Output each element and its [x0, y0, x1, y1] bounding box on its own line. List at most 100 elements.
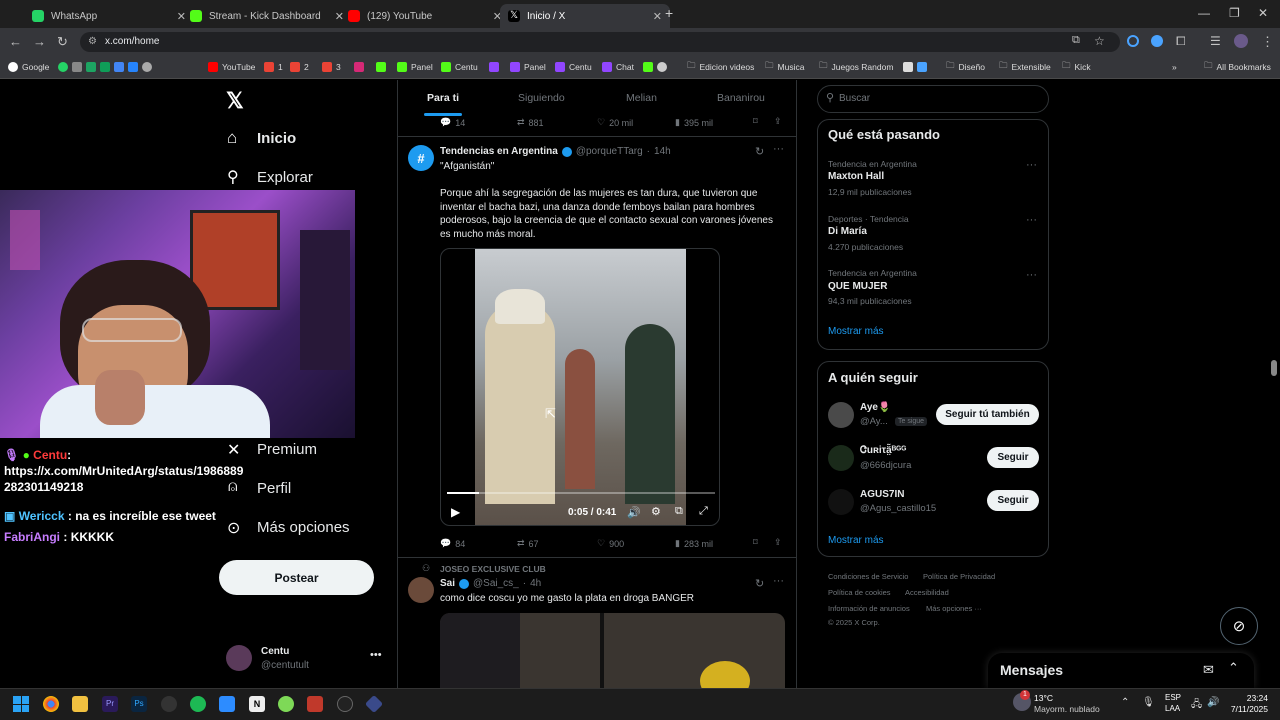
trend-title[interactable]: Di María: [828, 226, 867, 237]
expand-chevron-icon[interactable]: ⌃: [1228, 660, 1239, 676]
video-progress-track[interactable]: [447, 492, 715, 494]
tab-youtube[interactable]: (129) YouTube ✕: [340, 4, 510, 28]
bookmark-icon-pair-2[interactable]: [903, 60, 927, 74]
bookmark-kick[interactable]: [376, 60, 386, 74]
network-icon[interactable]: 🖧: [1191, 697, 1202, 714]
fullscreen-icon[interactable]: ⤢: [699, 505, 708, 518]
reading-list-icon[interactable]: ☰: [1210, 34, 1221, 48]
follow-name[interactable]: Ꮳuʀiτä̤̃ᴮᴳᴳ: [860, 445, 906, 456]
clock-date[interactable]: 7/11/2025: [1222, 704, 1268, 714]
account-menu-icon[interactable]: •••: [370, 649, 382, 661]
address-bar[interactable]: [80, 32, 1120, 52]
profile-avatar[interactable]: [1234, 34, 1248, 48]
tab-whatsapp[interactable]: WhatsApp ✕: [24, 4, 194, 28]
tab-bananirou[interactable]: Bananirou: [717, 92, 765, 104]
bookmark-folder-juegos[interactable]: 🗀 Juegos Random: [819, 60, 893, 74]
forward-icon[interactable]: →: [33, 34, 46, 49]
app-icon[interactable]: [337, 696, 353, 712]
weather-temp[interactable]: 13°C: [1034, 693, 1053, 703]
bookmark-icon[interactable]: ⌑: [753, 116, 758, 127]
bookmark-panel-2[interactable]: Panel: [510, 60, 546, 74]
bookmarks-overflow-icon[interactable]: »: [1172, 60, 1177, 74]
bookmark-gmail-3[interactable]: 3: [322, 60, 341, 74]
trend-more-icon[interactable]: ···: [1026, 269, 1037, 281]
site-info-icon[interactable]: ⚙: [88, 36, 97, 47]
tweet-context[interactable]: JOSEO EXCLUSIVE CLUB: [440, 564, 546, 574]
reply-action[interactable]: 💬 84: [440, 538, 465, 549]
bookmark-folder-extensible[interactable]: 🗀 Extensible: [999, 60, 1051, 74]
views-action[interactable]: ▮ 395 mil: [675, 117, 713, 128]
footer-link-more[interactable]: Más opciones ···: [926, 604, 982, 613]
trend-more-icon[interactable]: ···: [1026, 159, 1037, 171]
bookmark-youtube[interactable]: YouTube: [208, 60, 255, 74]
nav-more[interactable]: Más opciones: [257, 519, 350, 536]
x-logo-icon[interactable]: 𝕏: [226, 88, 244, 114]
bookmark-centu[interactable]: Centu: [441, 60, 478, 74]
tweet-more-icon[interactable]: ···: [773, 143, 784, 155]
close-tab-icon[interactable]: ✕: [653, 10, 662, 23]
follow-handle[interactable]: @Agus_castillo15: [860, 503, 936, 514]
footer-link-accessibility[interactable]: Accesibilidad: [905, 588, 949, 597]
bookmark-gmail-2[interactable]: 2: [290, 60, 309, 74]
clock-time[interactable]: 23:24: [1232, 693, 1268, 703]
language-code[interactable]: ESP: [1165, 693, 1181, 702]
follow-show-more[interactable]: Mostrar más: [828, 535, 884, 546]
footer-link-privacy[interactable]: Política de Privacidad: [923, 572, 995, 581]
footer-link-cookies[interactable]: Política de cookies: [828, 588, 891, 597]
tab-x-home[interactable]: 𝕏 Inicio / X ✕: [500, 4, 670, 28]
share-icon[interactable]: ⇪: [774, 537, 782, 548]
bookmark-icon[interactable]: ⌑: [753, 537, 758, 548]
repost-action[interactable]: ⇄ 67: [517, 538, 539, 549]
bookmark-icon-row[interactable]: [58, 60, 152, 74]
bookmark-google[interactable]: Google: [8, 60, 49, 74]
reload-icon[interactable]: ↻: [57, 34, 68, 50]
menu-kebab-icon[interactable]: ⋮: [1261, 34, 1274, 50]
bookmark-folder-kick[interactable]: 🗀 Kick: [1062, 60, 1091, 74]
trend-title[interactable]: Maxton Hall: [828, 171, 884, 182]
share-icon[interactable]: ⇪: [774, 116, 782, 127]
messages-title[interactable]: Mensajes: [1000, 662, 1063, 678]
premiere-icon[interactable]: Pr: [102, 696, 118, 712]
search-placeholder[interactable]: Buscar: [839, 93, 870, 104]
bookmark-instagram[interactable]: [354, 60, 364, 74]
nav-premium[interactable]: Premium: [257, 441, 317, 458]
follow-button[interactable]: Seguir: [987, 447, 1039, 468]
bookmark-gmail-1[interactable]: 1: [264, 60, 283, 74]
nav-home[interactable]: Inicio: [257, 130, 296, 147]
tab-kick-dashboard[interactable]: Stream - Kick Dashboard ✕: [182, 4, 352, 28]
grok-icon[interactable]: ↻: [755, 577, 764, 590]
maximize-button[interactable]: ❐: [1229, 6, 1240, 20]
bookmark-icon-pair[interactable]: [643, 60, 667, 74]
tab-following[interactable]: Siguiendo: [518, 92, 565, 104]
close-window-button[interactable]: ✕: [1258, 6, 1268, 20]
tab-for-you[interactable]: Para ti: [427, 92, 459, 104]
footer-link-ads-info[interactable]: Información de anuncios: [828, 604, 910, 613]
follow-name[interactable]: AGUS7IN: [860, 489, 904, 500]
trends-show-more[interactable]: Mostrar más: [828, 326, 884, 337]
microphone-icon[interactable]: 🎙: [1142, 697, 1155, 708]
app-icon[interactable]: [307, 696, 323, 712]
keyboard-layout[interactable]: LAA: [1165, 704, 1180, 713]
reply-action[interactable]: 💬 14: [440, 117, 465, 128]
windows-start-icon[interactable]: [13, 696, 29, 712]
follow-handle[interactable]: @666djcura: [860, 460, 911, 471]
notion-icon[interactable]: N: [249, 696, 265, 712]
new-tab-button[interactable]: +: [665, 5, 673, 21]
obs-icon[interactable]: [161, 696, 177, 712]
footer-link-terms[interactable]: Condiciones de Servicio: [828, 572, 908, 581]
follow-back-button[interactable]: Seguir tú también: [936, 404, 1039, 425]
new-message-icon[interactable]: ✉: [1203, 662, 1214, 678]
post-button[interactable]: Postear: [219, 560, 374, 595]
extension-icon[interactable]: [1127, 35, 1139, 47]
video-player[interactable]: ▶ 0:05 / 0:41 🔊 ⚙ ⧉ ⤢: [440, 248, 720, 526]
extensions-puzzle-icon[interactable]: ⧠: [1176, 34, 1186, 49]
bookmark-star-icon[interactable]: ☆: [1094, 34, 1105, 48]
notepad-icon[interactable]: [219, 696, 235, 712]
back-icon[interactable]: ←: [9, 34, 22, 49]
repost-action[interactable]: ⇄ 881: [517, 117, 544, 128]
photoshop-icon[interactable]: Ps: [131, 696, 147, 712]
grok-button-icon[interactable]: ⊘: [1220, 607, 1258, 645]
weather-desc[interactable]: Mayorm. nublado: [1034, 704, 1100, 714]
tweet-avatar[interactable]: [408, 577, 434, 603]
bookmark-folder-musica[interactable]: 🗀 Musica: [765, 60, 804, 74]
